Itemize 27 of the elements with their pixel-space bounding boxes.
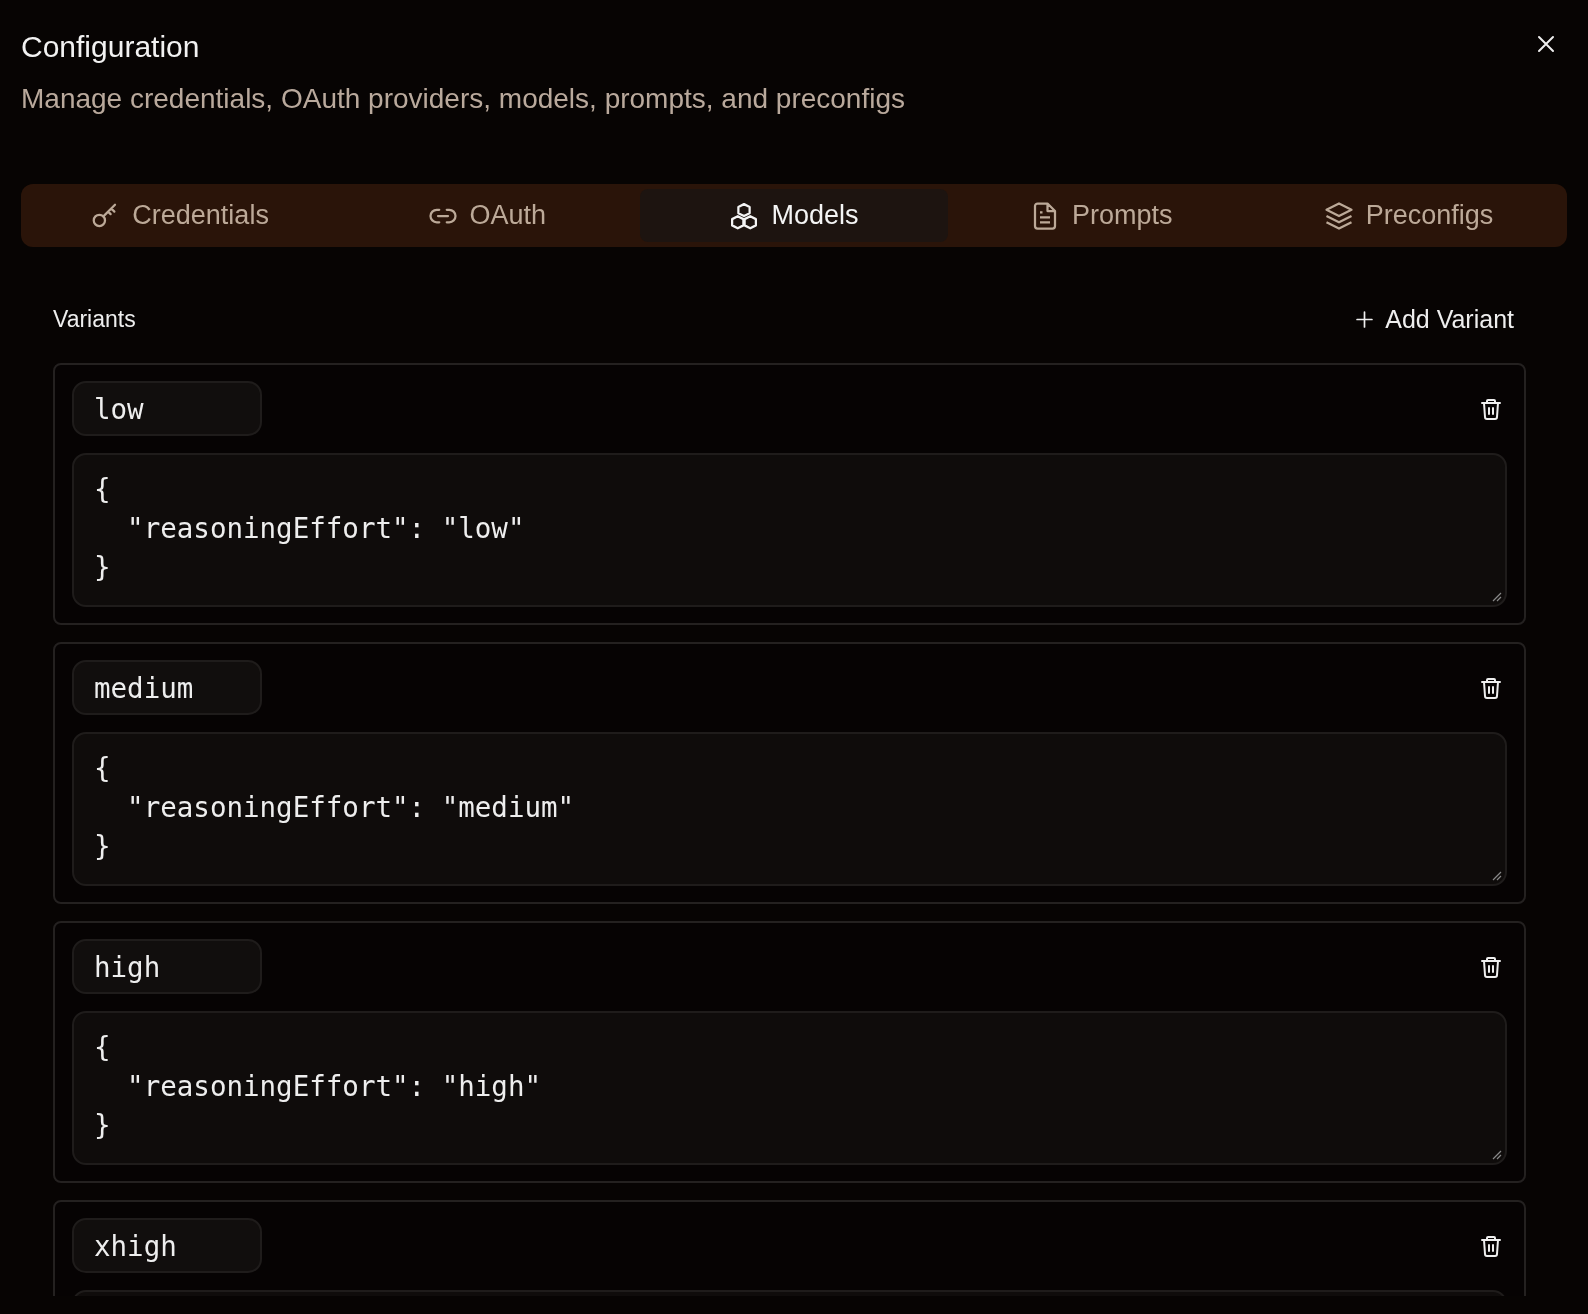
tab[interactable]: Credentials (26, 189, 334, 242)
resize-handle-icon[interactable] (1490, 590, 1502, 602)
code-editor[interactable]: { "reasoningEffort": "medium" } (72, 732, 1507, 886)
name-field[interactable]: xhigh (72, 1218, 262, 1273)
trash-icon[interactable] (1479, 954, 1503, 979)
name-field[interactable]: low (72, 381, 262, 436)
section-heading: Variants (53, 305, 136, 333)
dialog-subtitle: Manage credentials, OAuth providers, models, prompts, and preconfigs (21, 82, 905, 116)
tab[interactable]: OAuth (333, 189, 641, 242)
tab[interactable]: Prompts (947, 189, 1255, 242)
resize-handle-icon[interactable] (1490, 869, 1502, 881)
name-field[interactable]: high (72, 939, 262, 994)
trash-icon[interactable] (1479, 396, 1503, 421)
layers-icon (1323, 200, 1354, 231)
name-field[interactable]: medium (72, 660, 262, 715)
dialog-title: Configuration (21, 29, 201, 65)
tab[interactable]: Preconfigs (1254, 189, 1562, 242)
tab[interactable]: Models (640, 189, 948, 242)
code-editor[interactable]: { "reasoningEffort": "low" } (72, 453, 1507, 607)
resize-handle-icon[interactable] (1490, 1148, 1502, 1160)
close-icon[interactable] (1536, 34, 1556, 54)
trash-icon[interactable] (1479, 675, 1503, 700)
code-editor[interactable]: { "reasoningEffort": "high" } (72, 1011, 1507, 1165)
trash-icon[interactable] (1479, 1233, 1503, 1258)
add-variant-button[interactable]: Add Variant (1356, 300, 1526, 338)
plus-icon (1356, 310, 1374, 328)
boxes-icon (729, 200, 760, 231)
